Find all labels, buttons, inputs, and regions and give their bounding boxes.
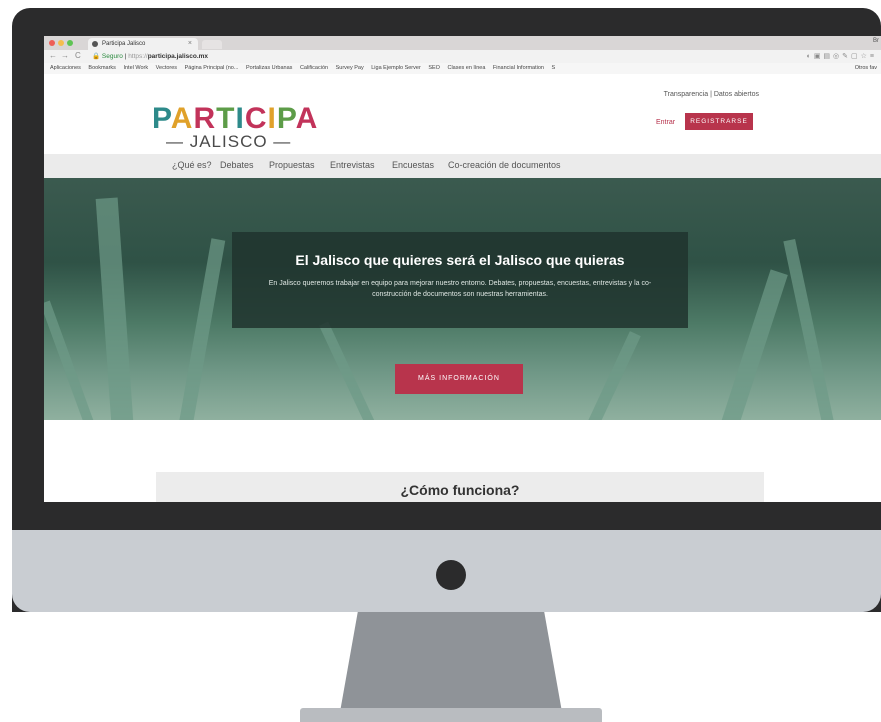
- tab-title: Participa Jalisco: [102, 41, 146, 47]
- extension-icons[interactable]: ◐▣▤◎✎▢☆≡: [807, 52, 877, 60]
- url-protocol: https://: [128, 53, 148, 60]
- bookmark-item[interactable]: Clases en línea: [447, 63, 485, 74]
- bookmark-item[interactable]: S: [552, 63, 556, 74]
- agave-leaf: [319, 321, 379, 420]
- nav-item-que-es[interactable]: ¿Qué es?: [172, 160, 212, 170]
- bookmark-item[interactable]: Bookmarks: [88, 63, 116, 74]
- bookmark-item[interactable]: Liga Ejemplo Server: [371, 63, 421, 74]
- hero-banner: El Jalisco que quieres será el Jalisco q…: [44, 178, 881, 420]
- transparency-link[interactable]: Transparencia: [664, 91, 709, 98]
- monitor-logo-dot: [436, 560, 466, 590]
- url-host: participa.jalisco.mx: [147, 53, 209, 60]
- more-info-button[interactable]: MÁS INFORMACIÓN: [395, 364, 523, 394]
- new-tab-button[interactable]: [202, 40, 222, 49]
- hero-description: En Jalisco queremos trabajar en equipo p…: [268, 280, 652, 298]
- monitor-stand-base: [300, 708, 602, 722]
- screen: Participa Jalisco × Br ← → C 🔒 Seguro | …: [44, 36, 881, 502]
- nav-item-debates[interactable]: Debates: [220, 160, 254, 170]
- agave-leaf: [783, 238, 837, 420]
- bookmark-item[interactable]: Financial Information: [493, 63, 544, 74]
- minimize-window-icon[interactable]: [58, 40, 64, 46]
- forward-icon[interactable]: →: [61, 51, 69, 60]
- open-data-link[interactable]: Datos abiertos: [714, 91, 759, 98]
- site-favicon-icon: [92, 41, 98, 47]
- nav-item-propuestas[interactable]: Propuestas: [269, 160, 315, 170]
- top-links: Transparencia | Datos abiertos: [663, 91, 759, 98]
- bookmark-item[interactable]: Página Principal (no...: [185, 63, 239, 74]
- site-header: Transparencia | Datos abiertos PARTICIPA…: [44, 74, 881, 154]
- reload-icon[interactable]: C: [75, 51, 81, 60]
- agave-leaf: [176, 238, 226, 420]
- lock-icon: 🔒: [92, 53, 101, 60]
- secure-label: Seguro: [101, 53, 123, 60]
- close-window-icon[interactable]: [49, 40, 55, 46]
- agave-leaf: [579, 331, 641, 420]
- monitor-stand: [340, 612, 562, 712]
- address-bar[interactable]: 🔒 Seguro | https://participa.jalisco.mx: [92, 52, 208, 60]
- profile-label[interactable]: Br: [873, 38, 879, 44]
- browser-toolbar: ← → C 🔒 Seguro | https://participa.jalis…: [44, 50, 881, 63]
- hero-title: El Jalisco que quieres será el Jalisco q…: [295, 252, 625, 268]
- tab-close-icon[interactable]: ×: [188, 38, 192, 50]
- other-bookmarks[interactable]: Otros fav: [855, 63, 877, 74]
- agave-leaf: [95, 197, 135, 420]
- bookmark-item[interactable]: SEO: [428, 63, 440, 74]
- browser-tab[interactable]: Participa Jalisco ×: [88, 38, 198, 50]
- nav-item-encuestas[interactable]: Encuestas: [392, 160, 434, 170]
- nav-item-cocreacion[interactable]: Co-creación de documentos: [448, 160, 561, 170]
- bookmark-item[interactable]: Calificación: [300, 63, 328, 74]
- logo-subtitle: — JALISCO —: [166, 132, 292, 151]
- section-title: ¿Cómo funciona?: [400, 482, 520, 498]
- agave-leaf: [718, 269, 788, 420]
- browser-tab-bar: Participa Jalisco × Br: [44, 36, 881, 50]
- agave-leaf: [44, 300, 98, 420]
- register-button[interactable]: REGISTRARSE: [685, 113, 753, 130]
- maximize-window-icon[interactable]: [67, 40, 73, 46]
- how-it-works-section: ¿Cómo funciona?: [156, 472, 764, 502]
- bookmark-item[interactable]: Intel Work: [123, 63, 148, 74]
- logo-wordmark: PARTICIPA: [152, 102, 319, 135]
- hero-caption-box: El Jalisco que quieres será el Jalisco q…: [232, 232, 688, 328]
- bookmark-item[interactable]: Vectores: [156, 63, 177, 74]
- main-nav: ¿Qué es? Debates Propuestas Entrevistas …: [44, 154, 881, 178]
- login-link[interactable]: Entrar: [656, 119, 675, 126]
- nav-item-entrevistas[interactable]: Entrevistas: [330, 160, 375, 170]
- bookmark-item[interactable]: Survey Pay: [336, 63, 364, 74]
- bookmark-item[interactable]: Aplicaciones: [50, 63, 81, 74]
- site-logo[interactable]: PARTICIPA — JALISCO —: [152, 104, 318, 152]
- bookmark-item[interactable]: Portalizas Urbanas: [246, 63, 292, 74]
- back-icon[interactable]: ←: [49, 51, 57, 60]
